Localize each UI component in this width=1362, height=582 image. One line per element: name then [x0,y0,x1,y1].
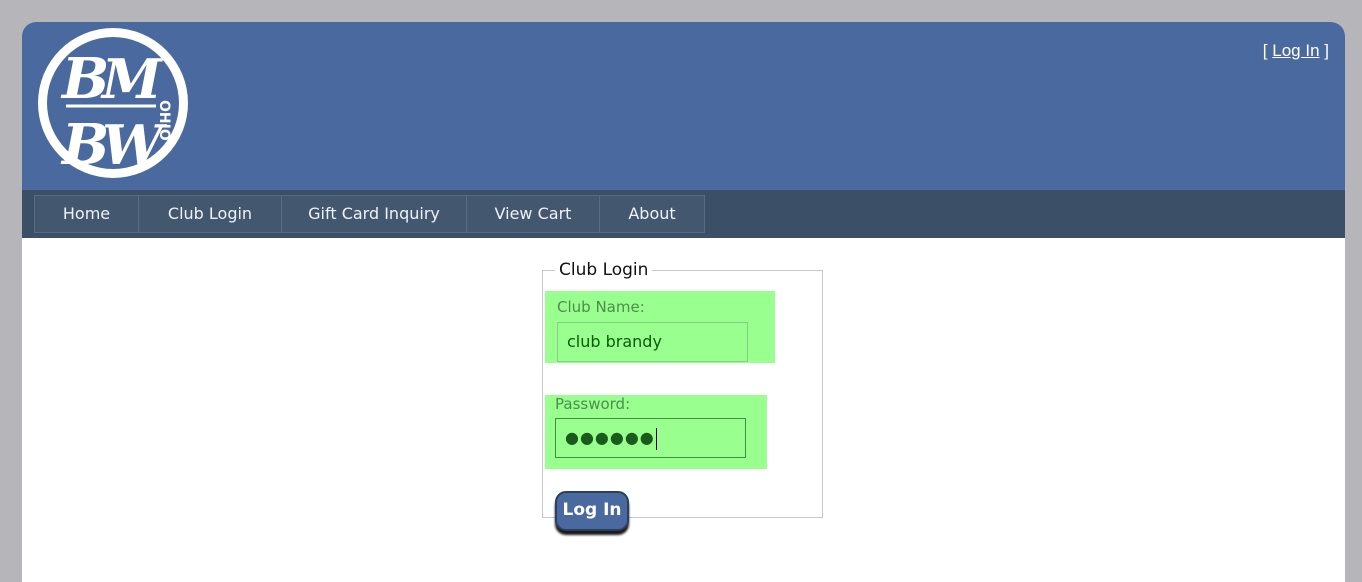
main-nav: Home Club Login Gift Card Inquiry View C… [22,190,1345,238]
text-caret [655,427,657,450]
club-name-label: Club Name: [557,298,645,316]
page-container: B M B W OHIO [ Log In ] Home Club Login … [22,22,1345,582]
bmbw-ohio-logo-icon: B M B W OHIO [38,28,188,178]
password-label: Password: [555,395,631,413]
site-header: B M B W OHIO [ Log In ] [22,22,1345,190]
password-highlight: Password: ●●●●●● [545,395,767,469]
auth-links: [ Log In ] [1263,41,1329,61]
header-login-link[interactable]: Log In [1272,41,1319,60]
nav-item-home[interactable]: Home [34,195,139,233]
club-name-input[interactable]: club brandy [557,322,748,362]
club-name-highlight: Club Name: club brandy [545,291,775,363]
password-value: ●●●●●● [565,428,655,447]
club-login-form: Club Login Club Name: club brandy Passwo… [542,260,823,531]
login-button[interactable]: Log In [555,491,629,531]
logo-region-text: OHIO [156,100,172,141]
password-input[interactable]: ●●●●●● [555,418,746,458]
nav-item-gift-card-inquiry[interactable]: Gift Card Inquiry [282,195,467,233]
nav-item-club-login[interactable]: Club Login [139,195,282,233]
logo-letter-m: M [100,47,164,111]
form-legend: Club Login [559,260,649,280]
nav-item-about[interactable]: About [600,195,705,233]
nav-item-view-cart[interactable]: View Cart [467,195,600,233]
bracket-close: ] [1324,41,1329,60]
bracket-open: [ [1262,41,1268,60]
club-name-value: club brandy [567,332,662,351]
